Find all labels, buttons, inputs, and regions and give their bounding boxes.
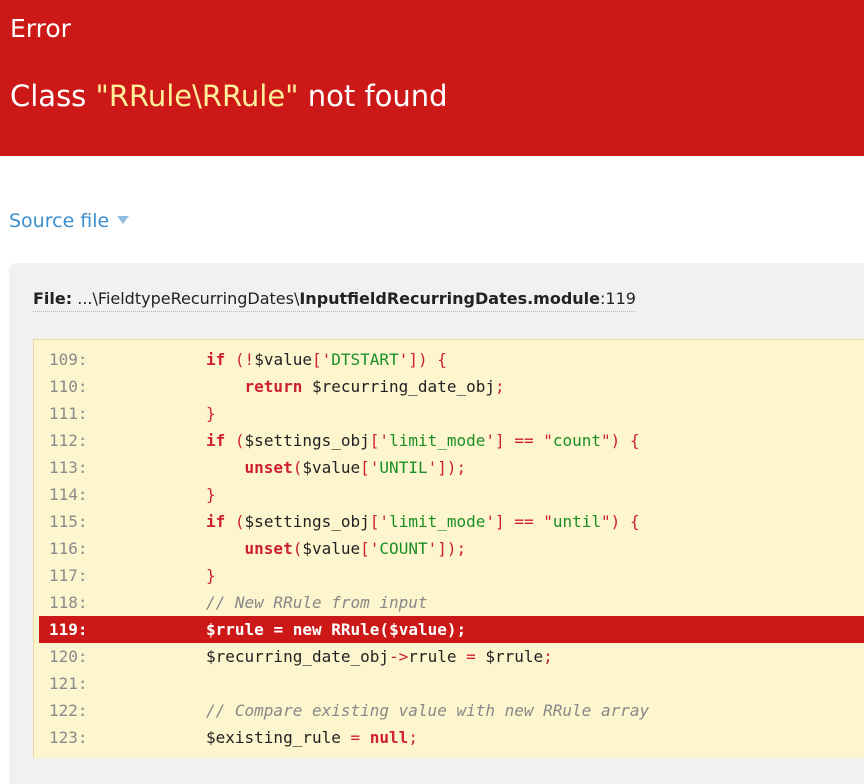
code-line: 111:} xyxy=(34,400,864,427)
caret-down-icon xyxy=(117,216,130,224)
code-line: 110: return $recurring_date_obj; xyxy=(34,373,864,400)
line-code: // New RRule from input xyxy=(206,593,428,612)
line-number: 117: xyxy=(49,566,88,585)
line-number: 114: xyxy=(49,485,88,504)
line-code: $existing_rule = null; xyxy=(206,728,418,747)
code-line: 122: // Compare existing value with new R… xyxy=(34,697,864,724)
line-code: unset($value['UNTIL']); xyxy=(244,458,467,477)
line-number: 116: xyxy=(49,539,88,558)
code-line: 109: if (!$value['DTSTART']) { xyxy=(34,346,864,373)
line-code: $rrule = new RRule($value); xyxy=(206,620,467,639)
line-number: 120: xyxy=(49,647,88,666)
error-message-prefix: Class xyxy=(10,79,96,113)
code-line: 118: // New RRule from input xyxy=(34,589,864,616)
file-label: File: xyxy=(33,289,73,308)
source-panel: File: ...\FieldtypeRecurringDates\Inputf… xyxy=(9,263,864,784)
line-number: 121: xyxy=(49,674,88,693)
line-code: } xyxy=(206,485,216,504)
line-number: 113: xyxy=(49,458,88,477)
code-excerpt: 109: if (!$value['DTSTART']) { 110: return… xyxy=(33,339,864,758)
line-code: } xyxy=(206,566,216,585)
line-number: 122: xyxy=(49,701,88,720)
code-line: 113: unset($value['UNTIL']); xyxy=(34,454,864,481)
line-code: // Compare existing value with new RRule… xyxy=(206,701,650,720)
line-code: unset($value['COUNT']); xyxy=(244,539,467,558)
file-directory: ...\FieldtypeRecurringDates\ xyxy=(77,289,300,308)
file-line-number: :119 xyxy=(600,289,636,308)
file-path[interactable]: File: ...\FieldtypeRecurringDates\Inputf… xyxy=(33,287,636,312)
line-code: $recurring_date_obj->rrule = $rrule; xyxy=(206,647,553,666)
line-number: 115: xyxy=(49,512,88,531)
error-message-suffix: not found xyxy=(298,79,448,113)
code-line: 115: if ($settings_obj['limit_mode'] == "… xyxy=(34,508,864,535)
line-number: 111: xyxy=(49,404,88,423)
code-line: 123: $existing_rule = null; xyxy=(34,724,864,751)
line-number: 110: xyxy=(49,377,88,396)
source-file-label: Source file xyxy=(9,210,110,232)
line-code: if (!$value['DTSTART']) { xyxy=(206,350,447,369)
code-line: 121: xyxy=(34,670,864,697)
line-number: 118: xyxy=(49,593,88,612)
error-header: Error Class "RRule\RRule" not found xyxy=(0,0,864,156)
code-line-highlighted: 119: $rrule = new RRule($value); xyxy=(39,616,864,643)
line-number: 119: xyxy=(49,620,88,639)
source-file-toggle[interactable]: Source file xyxy=(9,207,130,235)
line-code: if ($settings_obj['limit_mode'] == "unti… xyxy=(206,512,640,531)
code-line: 120: $recurring_date_obj->rrule = $rrule; xyxy=(34,643,864,670)
line-code: return $recurring_date_obj; xyxy=(244,377,505,396)
code-line: 117:} xyxy=(34,562,864,589)
code-line: 112: if ($settings_obj['limit_mode'] == "… xyxy=(34,427,864,454)
file-name: InputfieldRecurringDates.module xyxy=(299,289,601,308)
error-message: Class "RRule\RRule" not found xyxy=(10,77,448,115)
code-line: 116: unset($value['COUNT']); xyxy=(34,535,864,562)
line-number: 109: xyxy=(49,350,88,369)
line-code: if ($settings_obj['limit_mode'] == "coun… xyxy=(206,431,640,450)
error-type: Error xyxy=(10,14,71,43)
code-line: 114:} xyxy=(34,481,864,508)
line-code: } xyxy=(206,404,216,423)
line-number: 123: xyxy=(49,728,88,747)
error-class-name: "RRule\RRule" xyxy=(95,79,299,113)
line-number: 112: xyxy=(49,431,88,450)
